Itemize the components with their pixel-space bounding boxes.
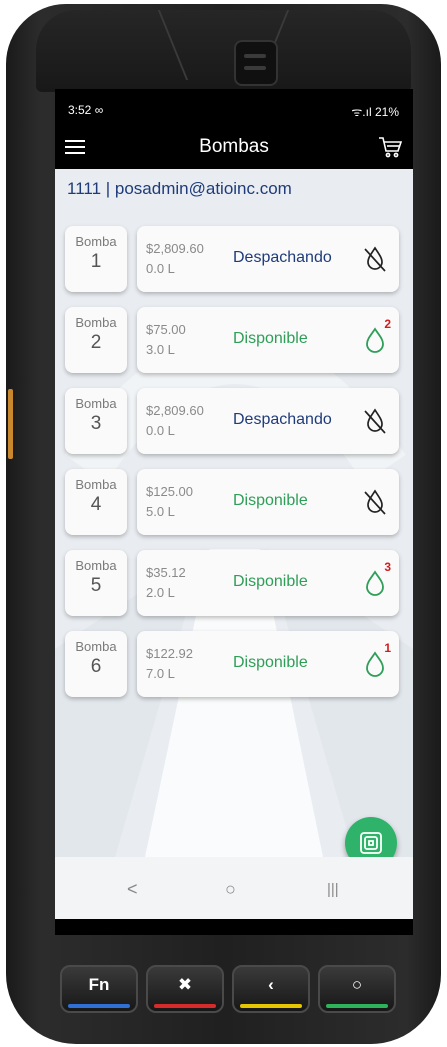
pump-badge: 1 <box>384 641 391 655</box>
page-title: Bombas <box>199 136 269 157</box>
status-time: 3:52 ∞ <box>68 103 104 117</box>
cancel-key[interactable]: ✖ <box>146 965 224 1013</box>
pump-badge: 2 <box>384 317 391 331</box>
pump-icon-wrap[interactable] <box>351 226 399 292</box>
pump-amount: $2,809.60 <box>146 241 204 256</box>
android-nav-bar: < ○ ||| <box>55 857 413 919</box>
status-indicators: ᯤ.ıl 21% <box>351 105 399 119</box>
pump-number: 2 <box>90 332 102 353</box>
pump-row[interactable]: Bomba 5 $35.12 2.0 L Disponible 3 <box>65 550 399 616</box>
pump-icon-wrap[interactable] <box>351 469 399 535</box>
pump-number: 3 <box>90 413 102 434</box>
pump-volume: 0.0 L <box>146 423 175 438</box>
pump-number: 1 <box>90 251 102 272</box>
pump-info-card[interactable]: $75.00 3.0 L Disponible 2 <box>137 307 399 373</box>
main-content: 1111 | posadmin@atioinc.com Bomba 1 $2,809… <box>55 169 413 857</box>
pump-status: Despachando <box>233 249 332 266</box>
pump-icon-wrap[interactable]: 1 <box>351 631 399 697</box>
pump-status: Disponible <box>233 330 308 347</box>
pump-info-card[interactable]: $125.00 5.0 L Disponible <box>137 469 399 535</box>
pump-status: Disponible <box>233 573 308 590</box>
nav-recents-button[interactable]: ||| <box>327 881 339 898</box>
pump-icon-wrap[interactable] <box>351 388 399 454</box>
pump-status: Disponible <box>233 654 308 671</box>
pump-row[interactable]: Bomba 2 $75.00 3.0 L Disponible 2 <box>65 307 399 373</box>
app-bar: Bombas <box>55 127 413 169</box>
pump-volume: 7.0 L <box>146 666 175 681</box>
user-info: 1111 | posadmin@atioinc.com <box>67 179 292 198</box>
pump-label: Bomba <box>75 396 117 411</box>
nav-home-button[interactable]: ○ <box>225 879 236 900</box>
pump-icon-wrap[interactable]: 2 <box>351 307 399 373</box>
nfc-card-icon <box>360 832 382 854</box>
screen-bottom-bezel <box>55 919 413 935</box>
pump-row[interactable]: Bomba 3 $2,809.60 0.0 L Despachando <box>65 388 399 454</box>
pump-label: Bomba <box>75 477 117 492</box>
fn-key[interactable]: Fn <box>60 965 138 1013</box>
pump-number-box[interactable]: Bomba 3 <box>65 388 127 454</box>
speaker-grille <box>234 40 278 86</box>
nfc-action-button[interactable] <box>345 817 397 857</box>
pump-amount: $125.00 <box>146 484 193 499</box>
pump-volume: 2.0 L <box>146 585 175 600</box>
pump-number: 4 <box>90 494 102 515</box>
pump-amount: $75.00 <box>146 322 186 337</box>
pump-volume: 3.0 L <box>146 342 175 357</box>
nav-back-button[interactable]: < <box>127 879 138 900</box>
pump-row[interactable]: Bomba 1 $2,809.60 0.0 L Despachando <box>65 226 399 292</box>
phone-screen: 3:52 ∞ ᯤ.ıl 21% Bombas 1111 | posadmin@a… <box>55 89 413 935</box>
pump-label: Bomba <box>75 639 117 654</box>
pump-badge: 3 <box>384 560 391 574</box>
pump-row[interactable]: Bomba 4 $125.00 5.0 L Disponible <box>65 469 399 535</box>
side-scan-button[interactable] <box>8 389 13 459</box>
pump-info-card[interactable]: $2,809.60 0.0 L Despachando <box>137 388 399 454</box>
pump-number-box[interactable]: Bomba 2 <box>65 307 127 373</box>
pump-info-card[interactable]: $122.92 7.0 L Disponible 1 <box>137 631 399 697</box>
pump-label: Bomba <box>75 234 117 249</box>
confirm-key[interactable]: ○ <box>318 965 396 1013</box>
device-top-bezel <box>36 10 411 92</box>
pump-label: Bomba <box>75 315 117 330</box>
pump-volume: 5.0 L <box>146 504 175 519</box>
shopping-cart-icon[interactable] <box>377 135 403 159</box>
pump-label: Bomba <box>75 558 117 573</box>
pump-number-box[interactable]: Bomba 6 <box>65 631 127 697</box>
pump-status: Disponible <box>233 492 308 509</box>
pump-row[interactable]: Bomba 6 $122.92 7.0 L Disponible 1 <box>65 631 399 697</box>
hardware-keys: Fn ✖ ‹ ○ <box>60 965 396 1015</box>
pump-amount: $2,809.60 <box>146 403 204 418</box>
pump-info-card[interactable]: $2,809.60 0.0 L Despachando <box>137 226 399 292</box>
pump-number: 6 <box>90 656 102 677</box>
pump-amount: $122.92 <box>146 646 193 661</box>
no-fuel-drop-icon <box>364 489 386 515</box>
pump-volume: 0.0 L <box>146 261 175 276</box>
pump-number-box[interactable]: Bomba 5 <box>65 550 127 616</box>
pump-icon-wrap[interactable]: 3 <box>351 550 399 616</box>
pump-number: 5 <box>90 575 102 596</box>
pump-info-card[interactable]: $35.12 2.0 L Disponible 3 <box>137 550 399 616</box>
back-key[interactable]: ‹ <box>232 965 310 1013</box>
no-fuel-drop-icon <box>364 246 386 272</box>
pump-number-box[interactable]: Bomba 1 <box>65 226 127 292</box>
pump-status: Despachando <box>233 411 332 428</box>
pump-amount: $35.12 <box>146 565 186 580</box>
no-fuel-drop-icon <box>364 408 386 434</box>
status-bar: 3:52 ∞ ᯤ.ıl 21% <box>55 89 413 127</box>
pump-number-box[interactable]: Bomba 4 <box>65 469 127 535</box>
